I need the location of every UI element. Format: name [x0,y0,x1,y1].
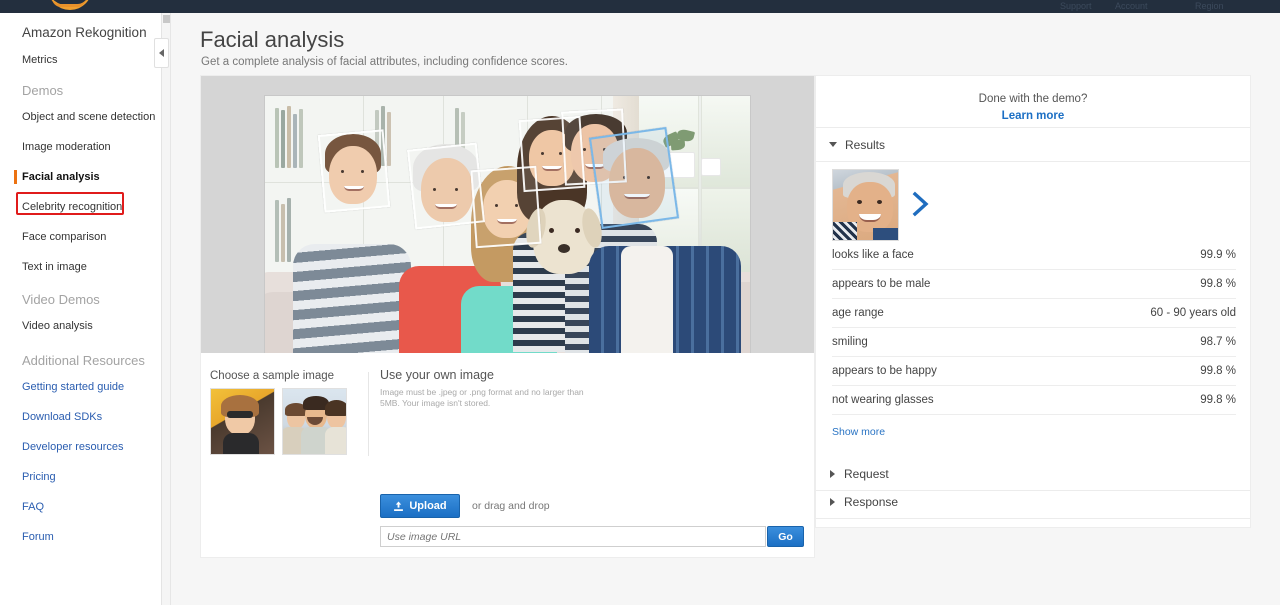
main-content: Facial analysis Get a complete analysis … [172,13,1280,605]
chevron-right-icon [830,497,835,506]
detected-face-selector [816,161,1250,247]
attribute-value: 99.8 % [1200,365,1236,377]
attribute-row: not wearing glasses 99.8 % [832,386,1236,415]
sidebar-item-download-sdks[interactable]: Download SDKs [0,410,161,424]
face-bounding-box-1[interactable] [317,129,391,213]
sidebar-item-face-comparison[interactable]: Face comparison [0,230,161,244]
attribute-value: 60 - 90 years old [1150,307,1236,319]
sidebar-item-facial-analysis[interactable]: Facial analysis [0,170,161,184]
image-url-input[interactable] [380,526,766,547]
topbar-item-account[interactable]: Account [1115,0,1148,13]
attribute-value: 98.7 % [1200,336,1236,348]
attribute-row: appears to be happy 99.8 % [832,357,1236,386]
attribute-label: looks like a face [832,249,914,261]
demo-done-banner: Done with the demo? Learn more [816,76,1250,128]
sidebar-item-text-in-image[interactable]: Text in image [0,260,161,274]
section-divider [368,372,369,456]
sidebar-item-faq[interactable]: FAQ [0,500,161,514]
sidebar-item-celebrity-recognition[interactable]: Celebrity recognition [0,200,161,214]
chevron-down-icon [829,142,837,147]
sidebar-scrollbar-thumb[interactable] [163,15,170,23]
sidebar-item-forum[interactable]: Forum [0,530,161,544]
sample-image-thumbnail-2[interactable] [282,388,347,455]
attribute-row: smiling 98.7 % [832,328,1236,357]
aws-navigation-bar: Support Account Region [0,0,1280,13]
sidebar-item-video-analysis[interactable]: Video analysis [0,319,161,333]
use-own-image-help-text: Image must be .jpeg or .png format and n… [380,387,584,408]
show-more-link[interactable]: Show more [832,426,885,438]
learn-more-link[interactable]: Learn more [816,110,1250,122]
attribute-label: appears to be happy [832,365,937,377]
family-photo-image [265,96,750,353]
analyzed-photo[interactable] [265,96,750,353]
sidebar-group-demos: Demos [22,83,64,98]
request-section-title: Request [844,466,889,481]
drag-and-drop-hint: or drag and drop [472,500,550,512]
chevron-right-icon [830,469,835,478]
sidebar-group-additional-resources: Additional Resources [22,353,145,368]
sidebar-service-title: Amazon Rekognition [22,25,147,40]
page-title: Facial analysis [200,27,345,52]
attribute-value: 99.9 % [1200,249,1236,261]
sidebar-scrollbar[interactable] [162,13,171,605]
sidebar-navigation: Amazon Rekognition Metrics Demos Object … [0,13,162,605]
attribute-label: not wearing glasses [832,394,934,406]
attribute-label: appears to be male [832,278,931,290]
next-face-chevron-icon[interactable] [911,191,933,217]
upload-button[interactable]: Upload [380,494,460,518]
attribute-value: 99.8 % [1200,278,1236,290]
sidebar-item-image-moderation[interactable]: Image moderation [0,140,161,154]
chevron-left-icon [159,49,164,57]
sample-image-thumbnail-1[interactable] [210,388,275,455]
sidebar-group-video-demos: Video Demos [22,292,100,307]
response-section-title: Response [844,494,899,509]
demo-done-text: Done with the demo? [978,93,1088,105]
sidebar-item-developer-resources[interactable]: Developer resources [0,440,161,454]
response-section-header[interactable]: Response [816,485,1250,519]
topbar-item-support[interactable]: Support [1060,0,1092,13]
attribute-label: age range [832,307,884,319]
face-bounding-box-6-selected[interactable] [588,127,680,229]
sidebar-item-getting-started-guide[interactable]: Getting started guide [0,380,161,394]
topbar-item-region[interactable]: Region [1195,0,1224,13]
go-button[interactable]: Go [767,526,804,547]
selected-face-thumbnail[interactable] [832,169,899,241]
attribute-label: smiling [832,336,868,348]
attribute-value: 99.8 % [1200,394,1236,406]
upload-icon [394,500,404,511]
results-section-title: Results [845,137,886,152]
results-panel: Done with the demo? Learn more Results l… [815,75,1251,528]
upload-button-label: Upload [409,500,447,512]
page-subtitle: Get a complete analysis of facial attrib… [201,56,568,68]
sidebar-item-metrics[interactable]: Metrics [0,53,161,67]
attribute-row: age range 60 - 90 years old [832,299,1236,328]
image-preview-stage[interactable] [201,76,814,353]
attribute-row: appears to be male 99.8 % [832,270,1236,299]
sidebar-collapse-button[interactable] [154,38,169,68]
aws-logo-swoosh-icon [52,0,86,7]
sidebar-item-pricing[interactable]: Pricing [0,470,161,484]
image-panel: Choose a sample image Use your own image… [200,75,815,558]
results-section-header[interactable]: Results [816,128,1250,162]
choose-sample-image-label: Choose a sample image [210,370,335,382]
attribute-row: looks like a face 99.9 % [832,241,1236,270]
sidebar-item-object-and-scene-detection[interactable]: Object and scene detection [0,110,161,124]
panel-divider [201,353,814,354]
use-own-image-title: Use your own image [380,368,494,382]
